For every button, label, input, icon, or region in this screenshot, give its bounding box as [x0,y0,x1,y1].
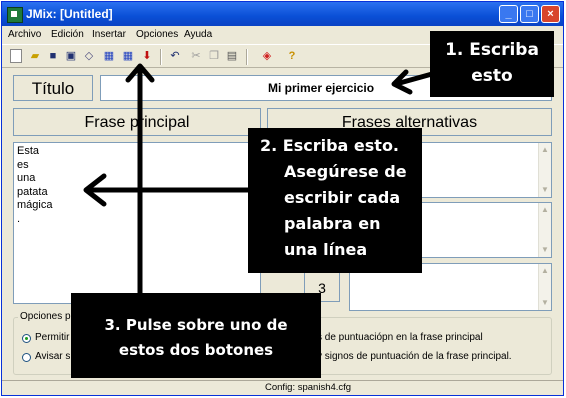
callout-2: 2. Escriba esto. Asegúrese de escribir c… [248,128,422,273]
menu-edicion[interactable]: Edición [51,29,84,40]
menu-archivo[interactable]: Archivo [8,29,41,40]
option-1-radio[interactable] [22,334,31,343]
stop-icon[interactable]: ⬇ [140,49,154,63]
clear-icon[interactable]: ◇ [82,49,96,63]
callout-2-line-4: palabra en [284,214,381,233]
callout-2-line-1: 2. Escriba esto. [260,136,400,155]
callout-1-line-1: 1. Escriba [445,40,539,60]
main-sentence-lines: Esta es una patata mágica . [17,145,52,226]
line-4: patata [17,185,48,198]
line-3: una [17,172,36,184]
status-config: Config: spanish4.cfg [265,382,352,393]
option-2-label-start: Avisar s [35,351,71,362]
line-2: es [17,158,29,171]
callout-2-line-2: Asegúrese de [284,162,407,181]
callout-1: 1. Escriba esto [430,31,554,97]
toolbar-separator [246,49,248,65]
minimize-button[interactable]: _ [499,5,518,23]
callout-3-line-2: estos dos botones [118,341,274,359]
menu-ayuda[interactable]: Ayuda [184,29,212,40]
option-2-radio[interactable] [22,353,31,362]
save-as-icon[interactable]: ▣ [64,49,78,63]
new-icon[interactable] [10,49,22,63]
help-icon[interactable]: ? [285,49,299,63]
callout-2-line-3: escribir cada [284,188,401,207]
main-sentence-input[interactable]: Esta es una patata mágica . [13,142,261,304]
open-icon[interactable]: ▰ [28,49,42,63]
callout-1-line-2: esto [471,66,513,86]
option-1-label-end: s de puntuaciópn en la frase principal [317,332,483,343]
cut-icon[interactable]: ✂ [189,49,203,63]
window-title: JMix: [Untitled] [26,7,113,21]
line-5: mágica [17,199,53,211]
config-icon[interactable]: ◈ [260,49,274,63]
options-group-title: Opciones p [18,311,73,322]
web-export-icon[interactable]: ▦ [102,49,116,63]
close-button[interactable]: × [541,5,560,23]
line-6: . [17,212,21,225]
undo-icon[interactable]: ↶ [168,49,182,63]
copy-icon[interactable]: ❐ [207,49,221,63]
app-icon [7,7,23,23]
menu-opciones[interactable]: Opciones [136,29,178,40]
scrollbar[interactable]: ▲ ▼ [538,143,551,197]
option-2-label-end: y signos de puntuación de la frase princ… [317,351,512,362]
main-sentence-header: Frase principal [13,108,261,136]
scrollbar[interactable]: ▲ ▼ [538,264,551,310]
paste-icon[interactable]: ▤ [225,49,239,63]
status-bar: Config: spanish4.cfg [2,380,563,395]
callout-3-line-1: 3. Pulse sobre uno de [104,316,288,334]
menu-insertar[interactable]: Insertar [92,29,126,40]
line-1: Esta [17,145,40,157]
option-1-label-start: Permitir [35,332,70,343]
title-bar: JMix: [Untitled] _ □ × [2,2,563,26]
toolbar-separator [160,49,162,65]
title-label: Título [13,75,93,101]
save-icon[interactable]: ■ [46,49,60,63]
callout-3: 3. Pulse sobre uno de estos dos botones [71,293,321,378]
maximize-button[interactable]: □ [520,5,539,23]
scrollbar[interactable]: ▲ ▼ [538,203,551,257]
title-input-value: Mi primer ejercicio [268,81,375,95]
web-export-drag-icon[interactable]: ▦ [121,49,135,63]
callout-2-line-5: una línea [284,240,368,259]
